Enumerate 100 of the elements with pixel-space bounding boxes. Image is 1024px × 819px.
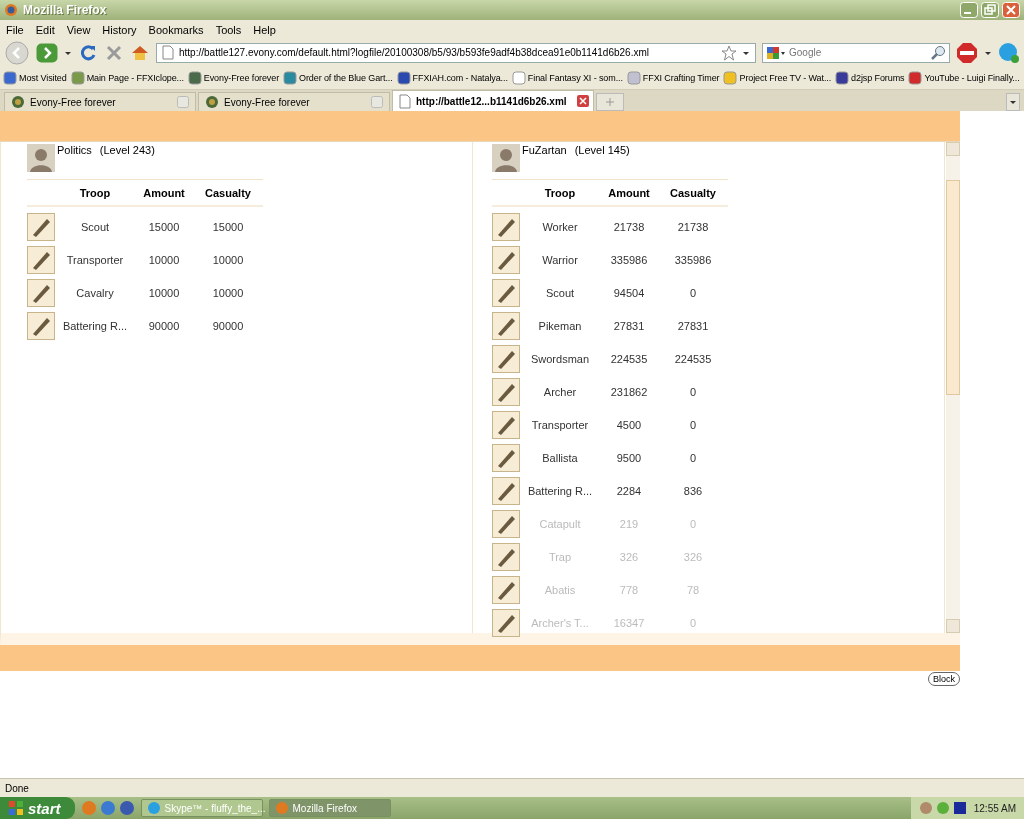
table-cell: 4500 bbox=[616, 418, 642, 431]
unit-icon bbox=[492, 509, 520, 538]
star-icon[interactable] bbox=[721, 44, 737, 61]
table-cell: Archer's T... bbox=[531, 616, 589, 629]
browser-tab[interactable]: Evony-Free forever bbox=[198, 92, 390, 111]
menu-item[interactable]: Bookmarks bbox=[148, 23, 204, 36]
window-title: Mozilla Firefox bbox=[23, 3, 107, 17]
table-cell: Battering R... bbox=[527, 484, 593, 497]
table-cell: 0 bbox=[689, 616, 697, 629]
table-cell: Ballista bbox=[542, 451, 578, 464]
table-cell: 219 bbox=[619, 517, 639, 530]
table-cell: 21738 bbox=[677, 220, 709, 233]
browser-tab[interactable]: http://battle12...b1141d6b26.xml bbox=[392, 90, 594, 111]
google-icon[interactable] bbox=[766, 44, 786, 61]
new-tab-icon[interactable] bbox=[596, 93, 624, 111]
unit-icon bbox=[492, 344, 520, 373]
menu-item[interactable]: File bbox=[6, 23, 24, 36]
flag-icon bbox=[8, 800, 24, 816]
chat-icon[interactable] bbox=[998, 41, 1020, 64]
menu-item[interactable]: History bbox=[102, 23, 137, 36]
table-cell: 0 bbox=[689, 385, 697, 398]
bookmark-icon bbox=[511, 70, 526, 85]
table-cell: 778 bbox=[619, 583, 639, 596]
bookmark-icon bbox=[70, 70, 85, 85]
bookmark[interactable]: Main Page - FFXIclope... bbox=[70, 70, 184, 85]
tray-icon[interactable] bbox=[952, 801, 967, 815]
browser-tab[interactable]: Evony-Free forever bbox=[4, 92, 196, 111]
app-icon bbox=[274, 801, 289, 815]
bookmark[interactable]: Order of the Blue Gart... bbox=[283, 70, 393, 85]
stop-sign-icon[interactable] bbox=[956, 41, 978, 64]
table-cell: Cavalry bbox=[76, 286, 114, 299]
restore-icon[interactable] bbox=[981, 2, 999, 18]
reload-icon[interactable] bbox=[78, 42, 98, 63]
table-cell: 224535 bbox=[610, 352, 648, 365]
page-icon bbox=[399, 93, 411, 109]
table-cell: 0 bbox=[689, 286, 697, 299]
quick-launch-icon[interactable] bbox=[118, 800, 135, 816]
tab-list-icon[interactable] bbox=[1006, 93, 1020, 111]
unit-icon bbox=[492, 377, 520, 406]
bookmark-icon bbox=[626, 70, 641, 85]
table-cell: Worker bbox=[542, 220, 578, 233]
table-cell: 10000 bbox=[148, 253, 180, 266]
table-cell: Scout bbox=[80, 220, 110, 233]
bookmark[interactable]: FFXIAH.com - Natalya... bbox=[396, 70, 508, 85]
back-icon[interactable] bbox=[4, 40, 30, 65]
bookmark-icon bbox=[908, 70, 923, 85]
commander-level: (Level 243) bbox=[99, 144, 155, 156]
address-bar[interactable]: http://battle127.evony.com/default.html?logfile/20100308/b5/93/b593fe9adf4b38dcea91e0b1141d6b26.xml bbox=[156, 42, 756, 63]
bookmark[interactable]: Most Visited bbox=[3, 70, 67, 85]
bookmark[interactable]: Final Fantasy XI - som... bbox=[511, 70, 623, 85]
menu-item[interactable]: Help bbox=[253, 23, 276, 36]
quick-launch-icon[interactable] bbox=[80, 800, 97, 816]
search-bar[interactable]: Google bbox=[762, 42, 950, 63]
status-bar: Done bbox=[0, 778, 1024, 797]
bookmark[interactable]: YouTube - Luigi Finally... bbox=[908, 70, 1020, 85]
bookmark[interactable]: Project Free TV - Wat... bbox=[723, 70, 832, 85]
column-header: Troop bbox=[79, 186, 111, 199]
unit-icon bbox=[27, 245, 55, 274]
commander-name: Politics bbox=[57, 144, 92, 156]
bookmark-icon bbox=[835, 70, 850, 85]
start-button[interactable]: start bbox=[0, 797, 75, 819]
column-header: Amount bbox=[608, 186, 650, 199]
bookmark[interactable]: FFXI Crafting Timer bbox=[626, 70, 720, 85]
clock: 12:55 AM bbox=[973, 802, 1016, 814]
block-button[interactable]: Block bbox=[928, 672, 960, 686]
table-cell: Trap bbox=[548, 550, 572, 563]
unit-icon bbox=[492, 608, 520, 637]
quick-launch-icon[interactable] bbox=[99, 800, 116, 816]
table-cell: Abatis bbox=[544, 583, 576, 596]
scrollbar[interactable] bbox=[946, 142, 960, 633]
column-header: Casualty bbox=[670, 186, 716, 199]
table-cell: 0 bbox=[689, 418, 697, 431]
bookmark[interactable]: Evony-Free forever bbox=[187, 70, 280, 85]
search-icon[interactable] bbox=[930, 44, 946, 61]
table-cell: 16347 bbox=[613, 616, 645, 629]
table-cell: Catapult bbox=[539, 517, 581, 530]
unit-icon bbox=[492, 443, 520, 472]
table-cell: 10000 bbox=[212, 253, 244, 266]
table-cell: 224535 bbox=[674, 352, 712, 365]
minimize-icon[interactable] bbox=[960, 2, 978, 18]
table-cell: 836 bbox=[683, 484, 703, 497]
table-cell: Archer bbox=[543, 385, 577, 398]
menu-item[interactable]: Tools bbox=[215, 23, 242, 36]
table-cell: 90000 bbox=[212, 319, 244, 332]
unit-icon bbox=[492, 410, 520, 439]
table-cell: Warrior bbox=[542, 253, 578, 266]
forward-icon[interactable] bbox=[36, 42, 58, 63]
scroll-thumb[interactable] bbox=[946, 180, 960, 395]
globe-icon bbox=[205, 95, 219, 109]
table-cell: 10000 bbox=[212, 286, 244, 299]
globe-icon bbox=[4, 3, 18, 17]
menu-item[interactable]: Edit bbox=[35, 23, 55, 36]
menu-item[interactable]: View bbox=[66, 23, 91, 36]
close-icon[interactable] bbox=[576, 95, 589, 107]
bookmark[interactable]: d2jsp Forums bbox=[835, 70, 905, 85]
avatar-icon bbox=[27, 144, 55, 172]
table-cell: 0 bbox=[689, 517, 697, 530]
table-cell: 335986 bbox=[674, 253, 712, 266]
table-cell: 90000 bbox=[148, 319, 180, 332]
unit-icon bbox=[492, 245, 520, 274]
